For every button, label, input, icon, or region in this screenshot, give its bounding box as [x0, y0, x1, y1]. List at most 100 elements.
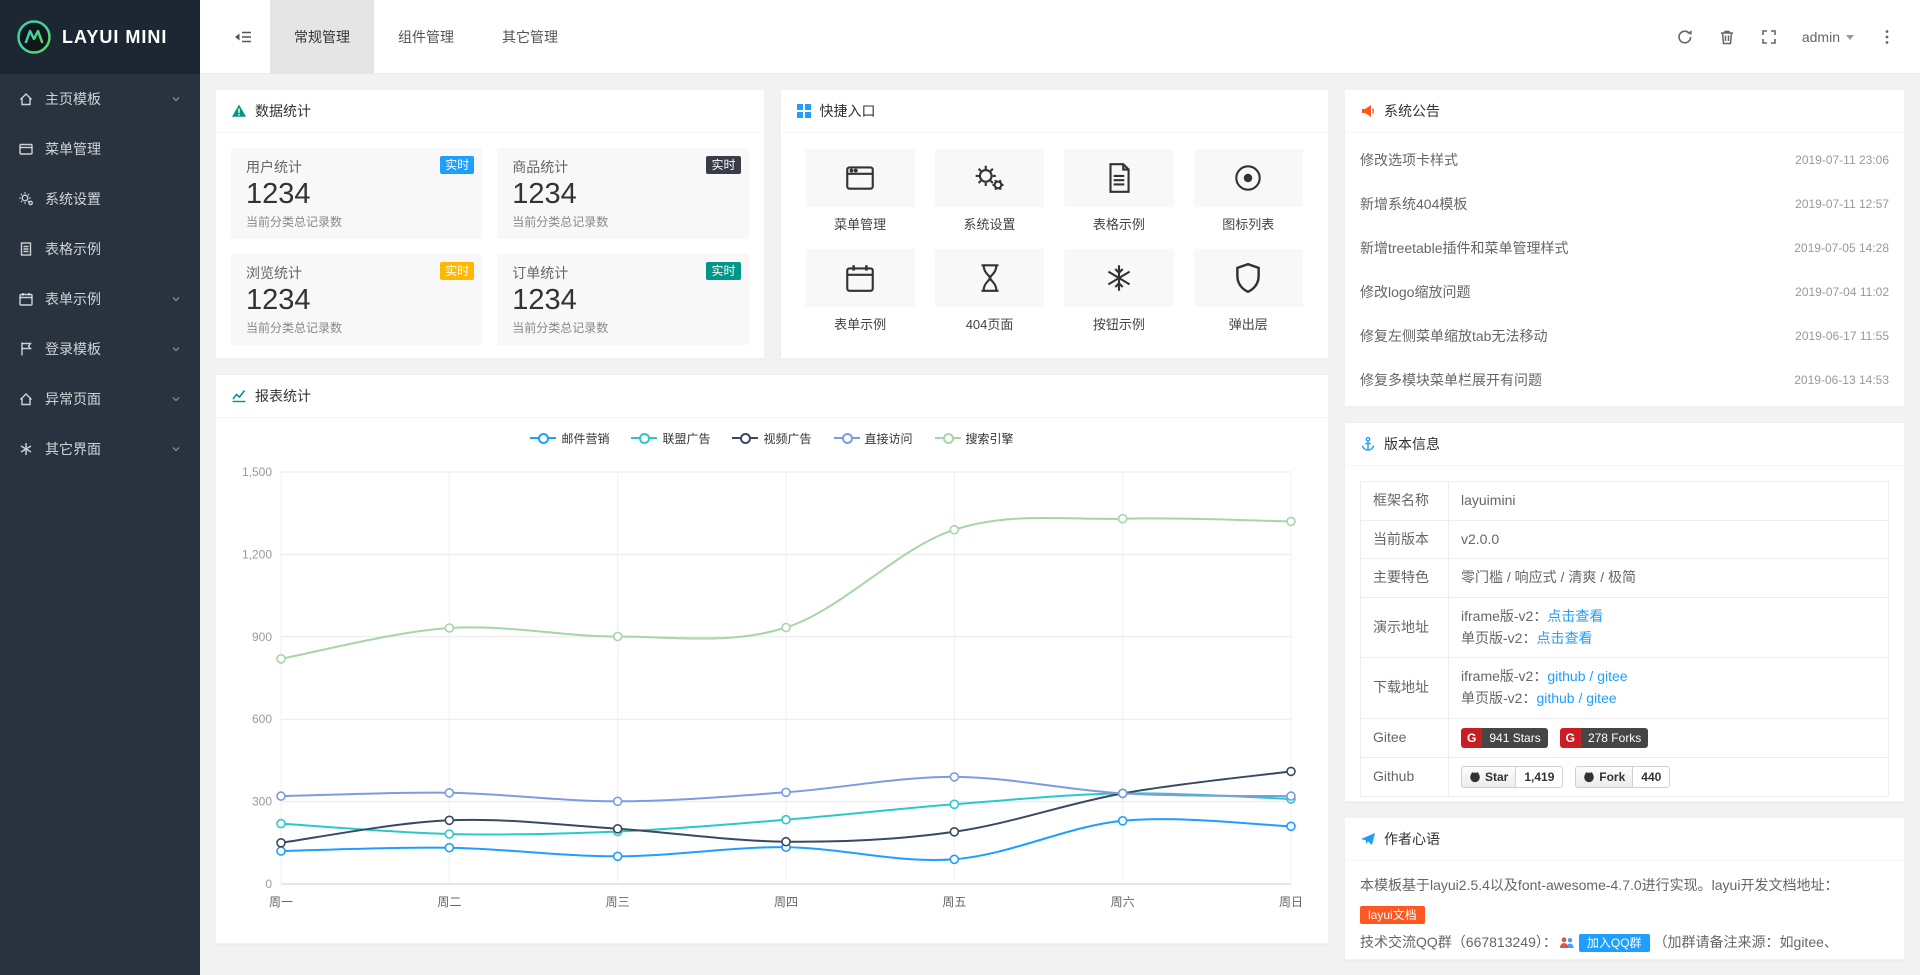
author-paragraph: 本模板基于layui2.5.4以及font-awesome-4.7.0进行实现。… [1360, 877, 1838, 893]
quick-entry-icon-list[interactable]: 图标列表 [1194, 149, 1303, 233]
chart-legend: 邮件营销 联盟广告 视频广告 直接访问 搜索引擎 [216, 418, 1328, 458]
card-header: 报表统计 [216, 375, 1328, 418]
link-separator: / [1586, 668, 1598, 684]
dl-iframe-gitee-link[interactable]: gitee [1597, 668, 1627, 684]
legend-item[interactable]: 直接访问 [834, 430, 913, 447]
card-header: 快捷入口 [781, 90, 1329, 133]
row-label: Gitee [1361, 718, 1449, 757]
table-row: 演示地址 iframe版-v2：点击查看 单页版-v2：点击查看 [1361, 598, 1889, 658]
sidebar-item-other-ui[interactable]: 其它界面 [0, 424, 200, 474]
notice-text: 新增系统404模板 [1360, 194, 1467, 214]
document-icon [1064, 149, 1173, 207]
clear-cache-trash-icon[interactable] [1718, 28, 1736, 46]
line-chart-icon [231, 388, 247, 404]
legend-item[interactable]: 邮件营销 [530, 430, 609, 447]
legend-marker [935, 433, 961, 443]
quick-entry-card: 快捷入口 菜单管理 系统设置 表格示例 [780, 89, 1330, 359]
quick-entry-label: 404页面 [935, 314, 1044, 333]
notice-date: 2019-06-13 14:53 [1794, 373, 1889, 387]
row-value: iframe版-v2：github / gitee 单页版-v2：github … [1449, 658, 1889, 718]
more-menu-icon[interactable] [1878, 28, 1896, 46]
sidebar-collapse-button[interactable] [216, 0, 270, 74]
quick-entry-label: 弹出层 [1194, 314, 1303, 333]
legend-marker [834, 433, 860, 443]
legend-item[interactable]: 联盟广告 [631, 430, 710, 447]
logo-icon [16, 19, 52, 55]
dl-single-github-link[interactable]: github [1536, 690, 1574, 706]
realtime-badge: 实时 [440, 156, 474, 174]
quick-entry-404-page[interactable]: 404页面 [935, 249, 1044, 333]
demo-iframe-link[interactable]: 点击查看 [1547, 608, 1603, 624]
quick-entry-form-demo[interactable]: 表单示例 [806, 249, 915, 333]
stat-box-orders: 订单统计 1234 当前分类总记录数 实时 [497, 254, 748, 345]
sidebar-item-error-pages[interactable]: 异常页面 [0, 374, 200, 424]
warning-triangle-icon [231, 103, 247, 119]
sidebar-item-form-demo[interactable]: 表单示例 [0, 274, 200, 324]
github-star-badge[interactable]: Star 1,419 [1461, 766, 1563, 788]
svg-text:周四: 周四 [774, 895, 798, 909]
layui-doc-badge[interactable]: layui文档 [1360, 906, 1425, 924]
legend-item[interactable]: 视频广告 [732, 430, 811, 447]
realtime-badge: 实时 [706, 156, 740, 174]
quick-entry-label: 表单示例 [806, 314, 915, 333]
quick-entry-button-demo[interactable]: 按钮示例 [1064, 249, 1173, 333]
tab-component-manage[interactable]: 组件管理 [374, 0, 478, 74]
chart-area: 03006009001,2001,500周一周二周三周四周五周六周日 [216, 458, 1328, 923]
dl-iframe-github-link[interactable]: github [1547, 668, 1585, 684]
notice-list: 修改选项卡样式 2019-07-11 23:06 新增系统404模板 2019-… [1345, 133, 1904, 407]
version-info-card: 版本信息 框架名称 layuimini 当前版本 v2.0.0 主要特色 零门槛… [1344, 422, 1905, 802]
svg-text:900: 900 [252, 630, 272, 644]
quick-entry-system-settings[interactable]: 系统设置 [935, 149, 1044, 233]
join-qq-group-badge[interactable]: 加入QQ群 [1579, 934, 1650, 952]
megaphone-icon [1360, 103, 1376, 119]
notice-item: 修复左侧菜单缩放tab无法移动 2019-06-17 11:55 [1360, 314, 1889, 358]
realtime-badge: 实时 [440, 262, 474, 280]
dl-iframe-prefix: iframe版-v2： [1461, 668, 1547, 684]
gitee-icon: G [1461, 728, 1482, 748]
refresh-icon[interactable] [1676, 28, 1694, 46]
gitee-forks-badge[interactable]: G278 Forks [1560, 728, 1649, 748]
demo-single-link[interactable]: 点击查看 [1536, 630, 1592, 646]
svg-text:600: 600 [252, 712, 272, 726]
flag-icon [18, 341, 34, 357]
sidebar-item-table-demo[interactable]: 表格示例 [0, 224, 200, 274]
row-label: 当前版本 [1361, 520, 1449, 559]
card-title: 快捷入口 [820, 101, 876, 121]
author-words-card: 作者心语 本模板基于layui2.5.4以及font-awesome-4.7.0… [1344, 817, 1905, 960]
quick-entry-popup-layer[interactable]: 弹出层 [1194, 249, 1303, 333]
tab-general-manage[interactable]: 常规管理 [270, 0, 374, 74]
fullscreen-icon[interactable] [1760, 28, 1778, 46]
row-value: layuimini [1449, 482, 1889, 521]
github-icon [1469, 771, 1481, 783]
dl-single-gitee-link[interactable]: gitee [1586, 690, 1616, 706]
legend-label: 视频广告 [763, 430, 811, 447]
collapse-icon [234, 28, 252, 46]
legend-marker [631, 433, 657, 443]
tab-other-manage[interactable]: 其它管理 [478, 0, 582, 74]
quick-entry-menu-manage[interactable]: 菜单管理 [806, 149, 915, 233]
github-fork-badge[interactable]: Fork 440 [1575, 766, 1670, 788]
legend-item[interactable]: 搜索引擎 [935, 430, 1014, 447]
chevron-down-icon [170, 443, 182, 455]
chevron-down-icon [170, 343, 182, 355]
sidebar-item-home-template[interactable]: 主页模板 [0, 74, 200, 124]
stat-label: 订单统计 [512, 263, 733, 283]
quick-entry-label: 按钮示例 [1064, 314, 1173, 333]
user-menu[interactable]: admin [1802, 29, 1854, 45]
github-star-count: 1,419 [1516, 767, 1562, 787]
row-label: 框架名称 [1361, 482, 1449, 521]
sidebar-item-system-settings[interactable]: 系统设置 [0, 174, 200, 224]
svg-text:周一: 周一 [269, 895, 293, 909]
sidebar-item-menu-manage[interactable]: 菜单管理 [0, 124, 200, 174]
snowflake-icon [1064, 249, 1173, 307]
demo-iframe-prefix: iframe版-v2： [1461, 608, 1547, 624]
row-value: v2.0.0 [1449, 520, 1889, 559]
sidebar-item-login-template[interactable]: 登录模板 [0, 324, 200, 374]
quick-entry-table-demo[interactable]: 表格示例 [1064, 149, 1173, 233]
sidebar-item-label: 异常页面 [45, 389, 101, 409]
row-value: 零门槛 / 响应式 / 清爽 / 极简 [1449, 559, 1889, 598]
row-label: 演示地址 [1361, 598, 1449, 658]
row-value: Star 1,419 Fork 440 [1449, 757, 1889, 796]
gitee-stars-badge[interactable]: G941 Stars [1461, 728, 1548, 748]
stat-box-views: 浏览统计 1234 当前分类总记录数 实时 [231, 254, 482, 345]
